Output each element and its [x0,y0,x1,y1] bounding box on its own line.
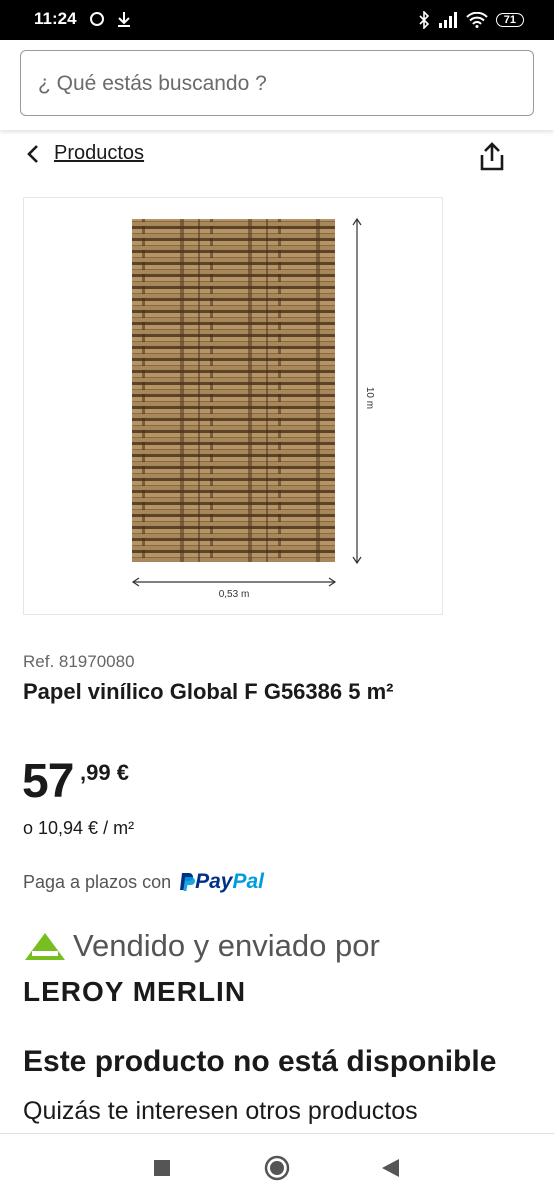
status-left-icons [88,10,132,28]
wifi-icon [466,12,488,28]
battery-indicator: 71 [495,13,524,27]
paypal-text: Paga a plazos con [23,871,172,892]
paypal-financing[interactable]: Paga a plazos con PayPal [23,870,264,894]
breadcrumb[interactable]: Productos [24,142,144,165]
product-image[interactable]: 10 m 0,53 m [23,197,443,615]
product-title: Papel vinílico Global F G56386 5 m² [23,679,394,704]
share-button[interactable] [478,142,506,177]
breadcrumb-link[interactable]: Productos [54,142,144,165]
height-label: 10 m [364,387,375,409]
seller-info: Vendido y enviado por [23,928,380,964]
search-input[interactable]: ¿ Qué estás buscando ? [20,50,534,116]
weather-icon [90,12,104,26]
status-bar: 11:24 71 [0,0,554,40]
download-icon [118,12,130,27]
seller-brand: LEROY MERLIN [23,976,247,1007]
price-integer: 57 [22,755,74,808]
status-time: 11:24 [34,9,77,28]
unavailable-title: Este producto no está disponible [23,1045,497,1078]
unit-price: o 10,94 € / m² [23,818,135,838]
leroy-merlin-logo-icon [25,933,65,960]
product-ref: Ref. 81970080 [23,652,135,671]
price-decimal: ,99 € [80,760,129,785]
recents-icon[interactable] [153,1159,171,1177]
system-nav-bar [0,1133,554,1201]
signal-icon [438,12,457,28]
share-icon [480,142,504,171]
back-icon[interactable] [380,1158,400,1178]
width-label: 0,53 m [219,589,250,600]
sold-by-text: Vendido y enviado por [73,928,380,963]
status-right-icons: 71 [418,11,524,29]
search-placeholder: ¿ Qué estás buscando ? [38,72,267,95]
paypal-icon [180,873,196,891]
alternatives-subtitle: Quizás te interesen otros productos [23,1097,418,1125]
bluetooth-icon [419,11,429,29]
paypal-logo: PayPal [195,870,265,893]
wallpaper-swatch [132,219,335,562]
home-icon[interactable] [264,1155,290,1181]
wallpaper-diagram: 10 m 0,53 m [131,217,375,600]
product-price: 57 ,99 € [22,754,129,809]
search-header: ¿ Qué estás buscando ? [0,40,554,130]
chevron-left-icon [27,144,38,163]
